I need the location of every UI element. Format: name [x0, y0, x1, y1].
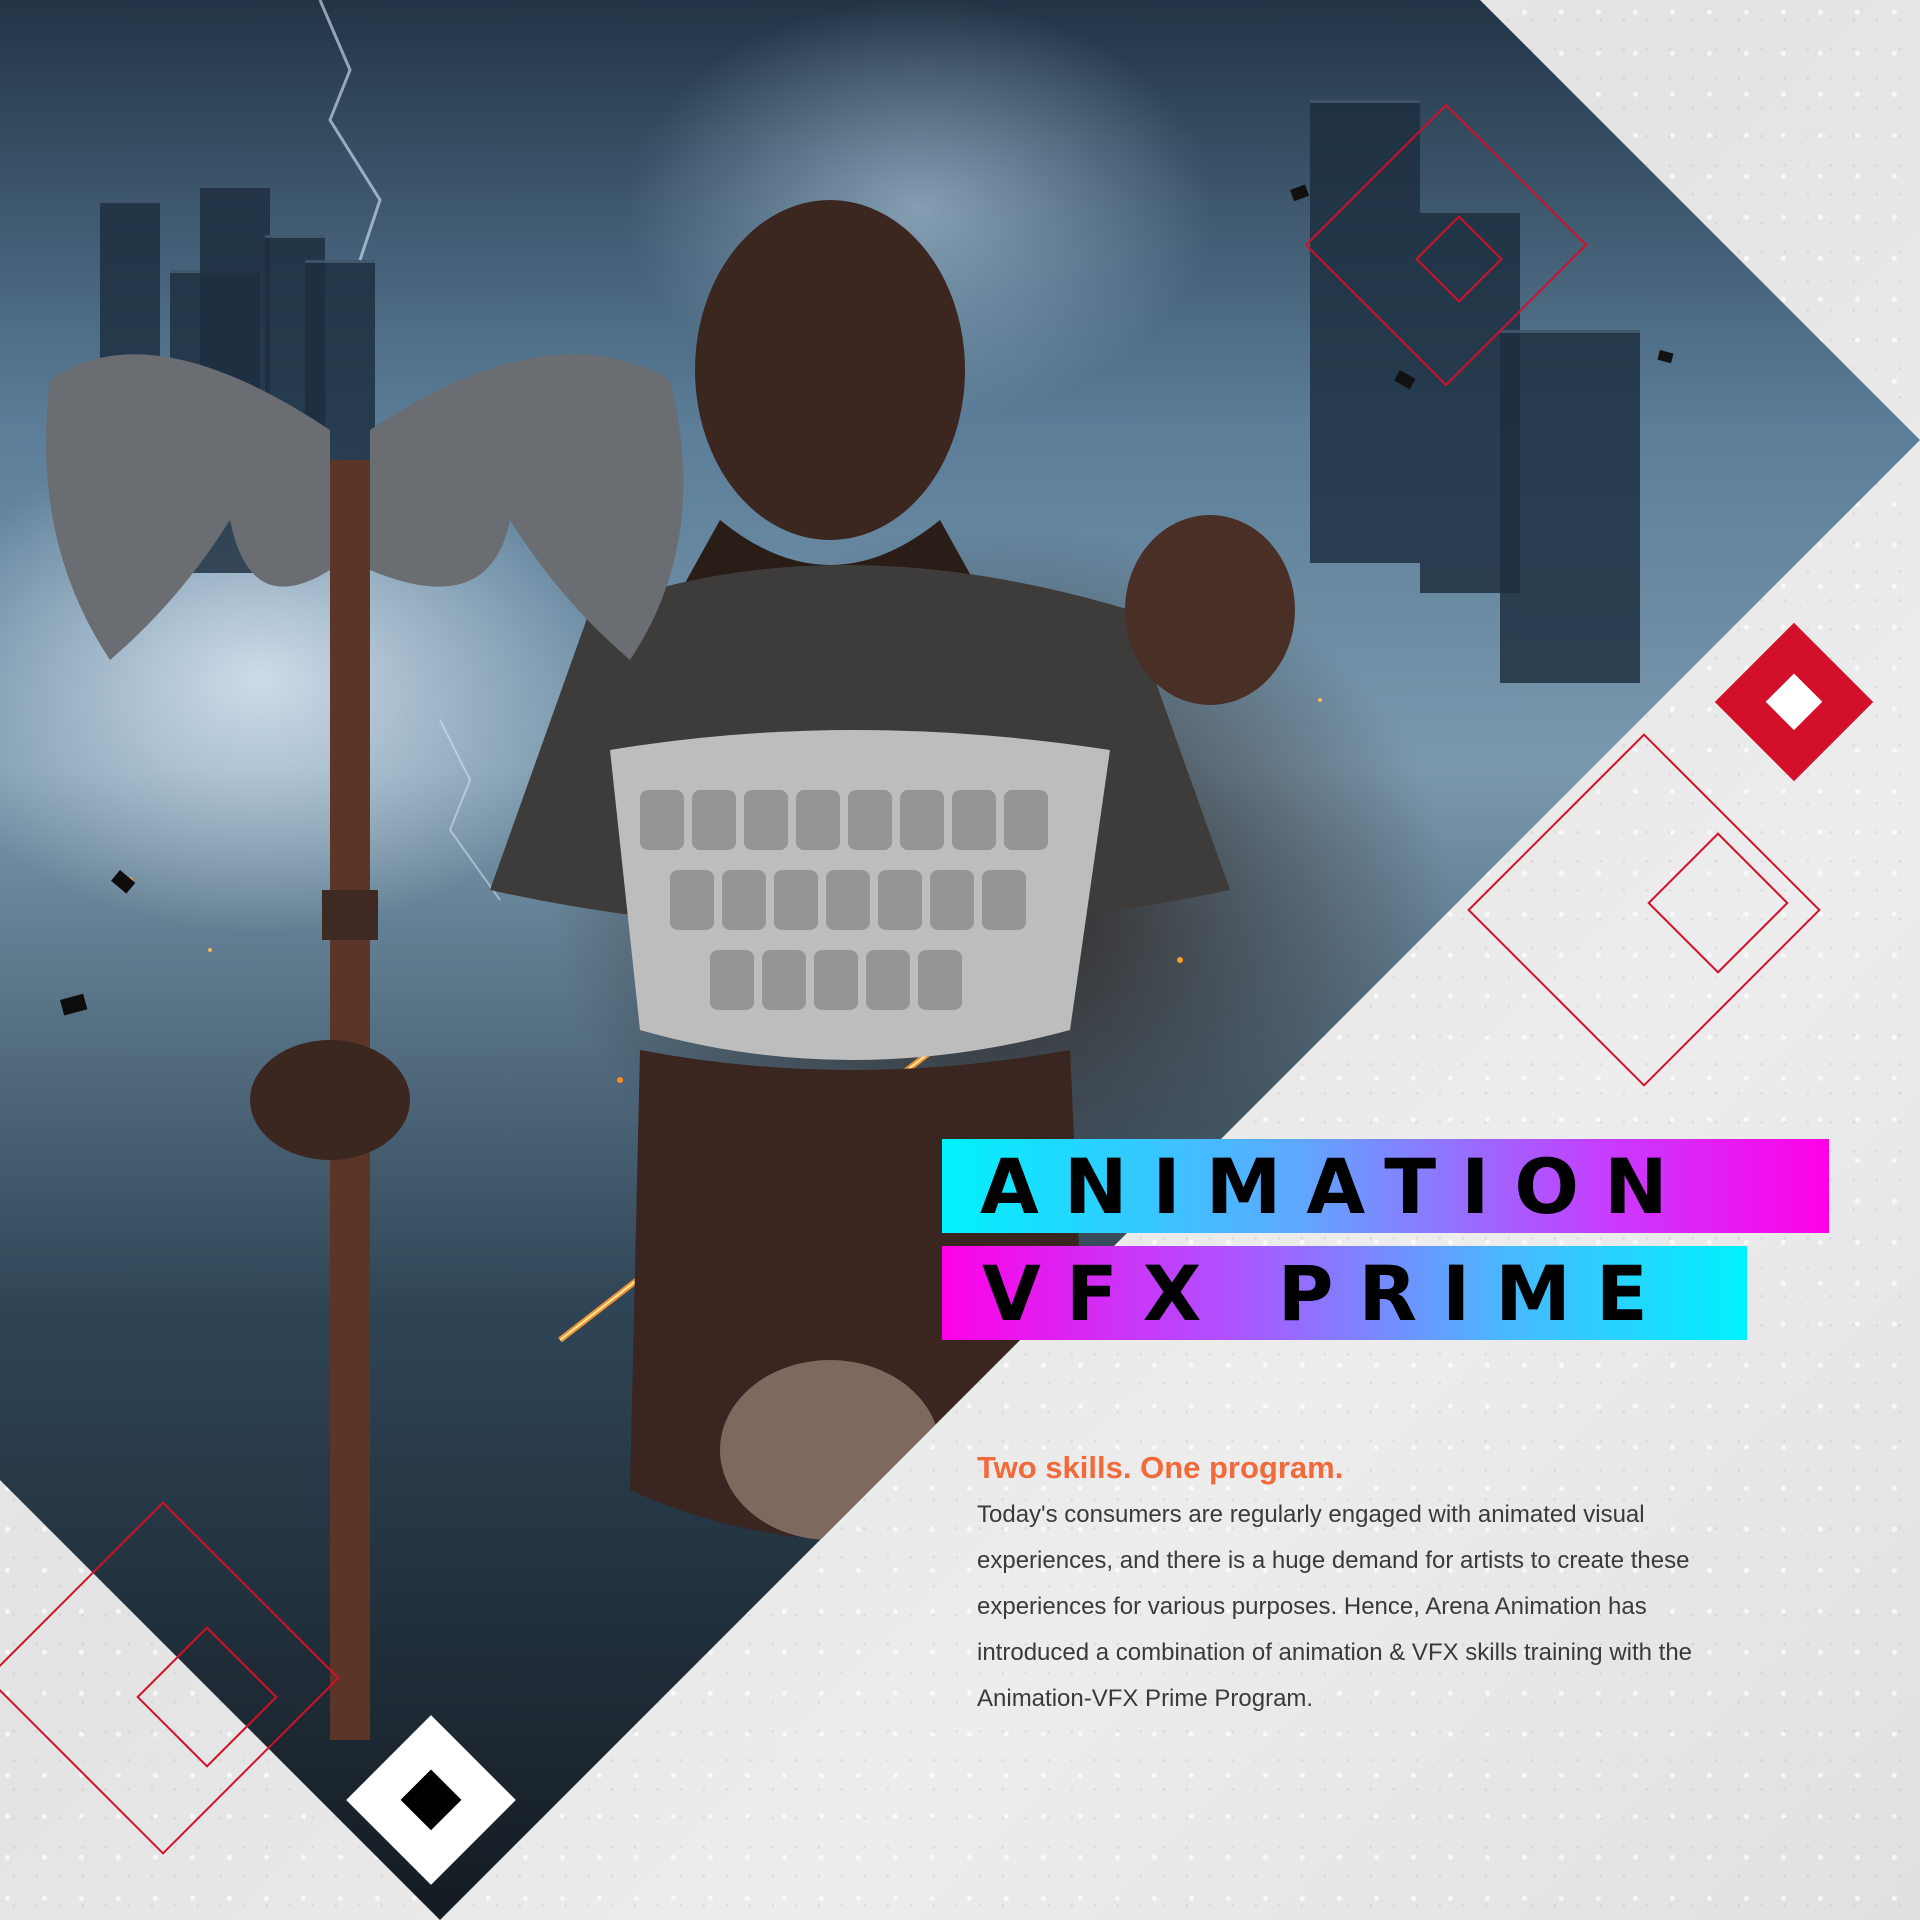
headline-line-2-bar: VFX PRIME: [942, 1246, 1747, 1340]
headline-line-1: ANIMATION: [980, 1141, 1693, 1231]
body-paragraph: Today's consumers are regularly engaged …: [977, 1501, 1693, 1712]
tagline: Two skills. One program.: [977, 1450, 1344, 1485]
headline-line-2: VFX PRIME: [982, 1248, 1673, 1338]
headline-line-1-bar: ANIMATION: [942, 1139, 1829, 1233]
program-description: Two skills. One program. Today's consume…: [977, 1450, 1727, 1722]
